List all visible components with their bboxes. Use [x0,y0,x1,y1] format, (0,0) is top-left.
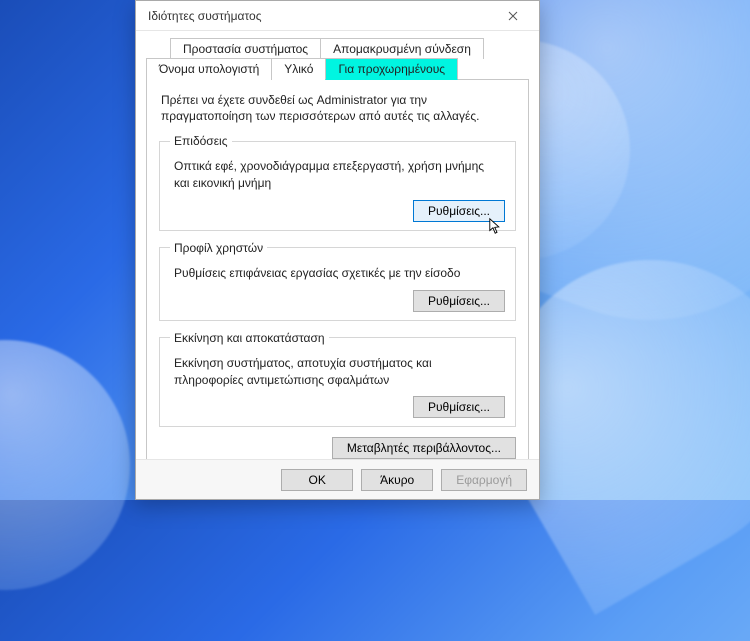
user-profiles-group: Προφίλ χρηστών Ρυθμίσεις επιφάνειας εργα… [159,241,516,321]
close-icon [508,11,518,21]
tab-advanced[interactable]: Για προχωρημένους [325,58,458,80]
performance-group: Επιδόσεις Οπτικά εφέ, χρονοδιάγραμμα επε… [159,134,516,231]
performance-desc: Οπτικά εφέ, χρονοδιάγραμμα επεξεργαστή, … [174,158,501,192]
user-profiles-desc: Ρυθμίσεις επιφάνειας εργασίας σχετικές μ… [174,265,501,282]
tab-remote-connection[interactable]: Απομακρυσμένη σύνδεση [320,38,484,59]
advanced-tab-panel: Πρέπει να έχετε συνδεθεί ως Administrato… [146,79,529,474]
user-profiles-settings-button[interactable]: Ρυθμίσεις... [413,290,505,312]
startup-recovery-settings-button[interactable]: Ρυθμίσεις... [413,396,505,418]
tab-system-protection[interactable]: Προστασία συστήματος [170,38,321,59]
admin-note: Πρέπει να έχετε συνδεθεί ως Administrato… [161,92,514,124]
startup-recovery-group: Εκκίνηση και αποκατάσταση Εκκίνηση συστή… [159,331,516,428]
performance-settings-button[interactable]: Ρυθμίσεις... [413,200,505,222]
performance-legend: Επιδόσεις [170,134,232,148]
tab-hardware[interactable]: Υλικό [271,58,326,80]
startup-recovery-desc: Εκκίνηση συστήματος, αποτυχία συστήματος… [174,355,501,389]
startup-recovery-legend: Εκκίνηση και αποκατάσταση [170,331,329,345]
close-button[interactable] [495,2,531,30]
window-title: Ιδιότητες συστήματος [148,9,261,23]
titlebar: Ιδιότητες συστήματος [136,1,539,31]
ok-button[interactable]: OK [281,469,353,491]
dialog-content: Προστασία συστήματος Απομακρυσμένη σύνδε… [136,31,539,474]
tab-row-top: Προστασία συστήματος Απομακρυσμένη σύνδε… [170,37,529,58]
user-profiles-legend: Προφίλ χρηστών [170,241,267,255]
dialog-footer: OK Άκυρο Εφαρμογή [136,459,539,499]
tab-row-bottom: Όνομα υπολογιστή Υλικό Για προχωρημένους [146,57,529,79]
apply-button[interactable]: Εφαρμογή [441,469,527,491]
environment-variables-button[interactable]: Μεταβλητές περιβάλλοντος... [332,437,516,459]
tab-computer-name[interactable]: Όνομα υπολογιστή [146,58,272,80]
cancel-button[interactable]: Άκυρο [361,469,433,491]
system-properties-dialog: Ιδιότητες συστήματος Προστασία συστήματο… [135,0,540,500]
